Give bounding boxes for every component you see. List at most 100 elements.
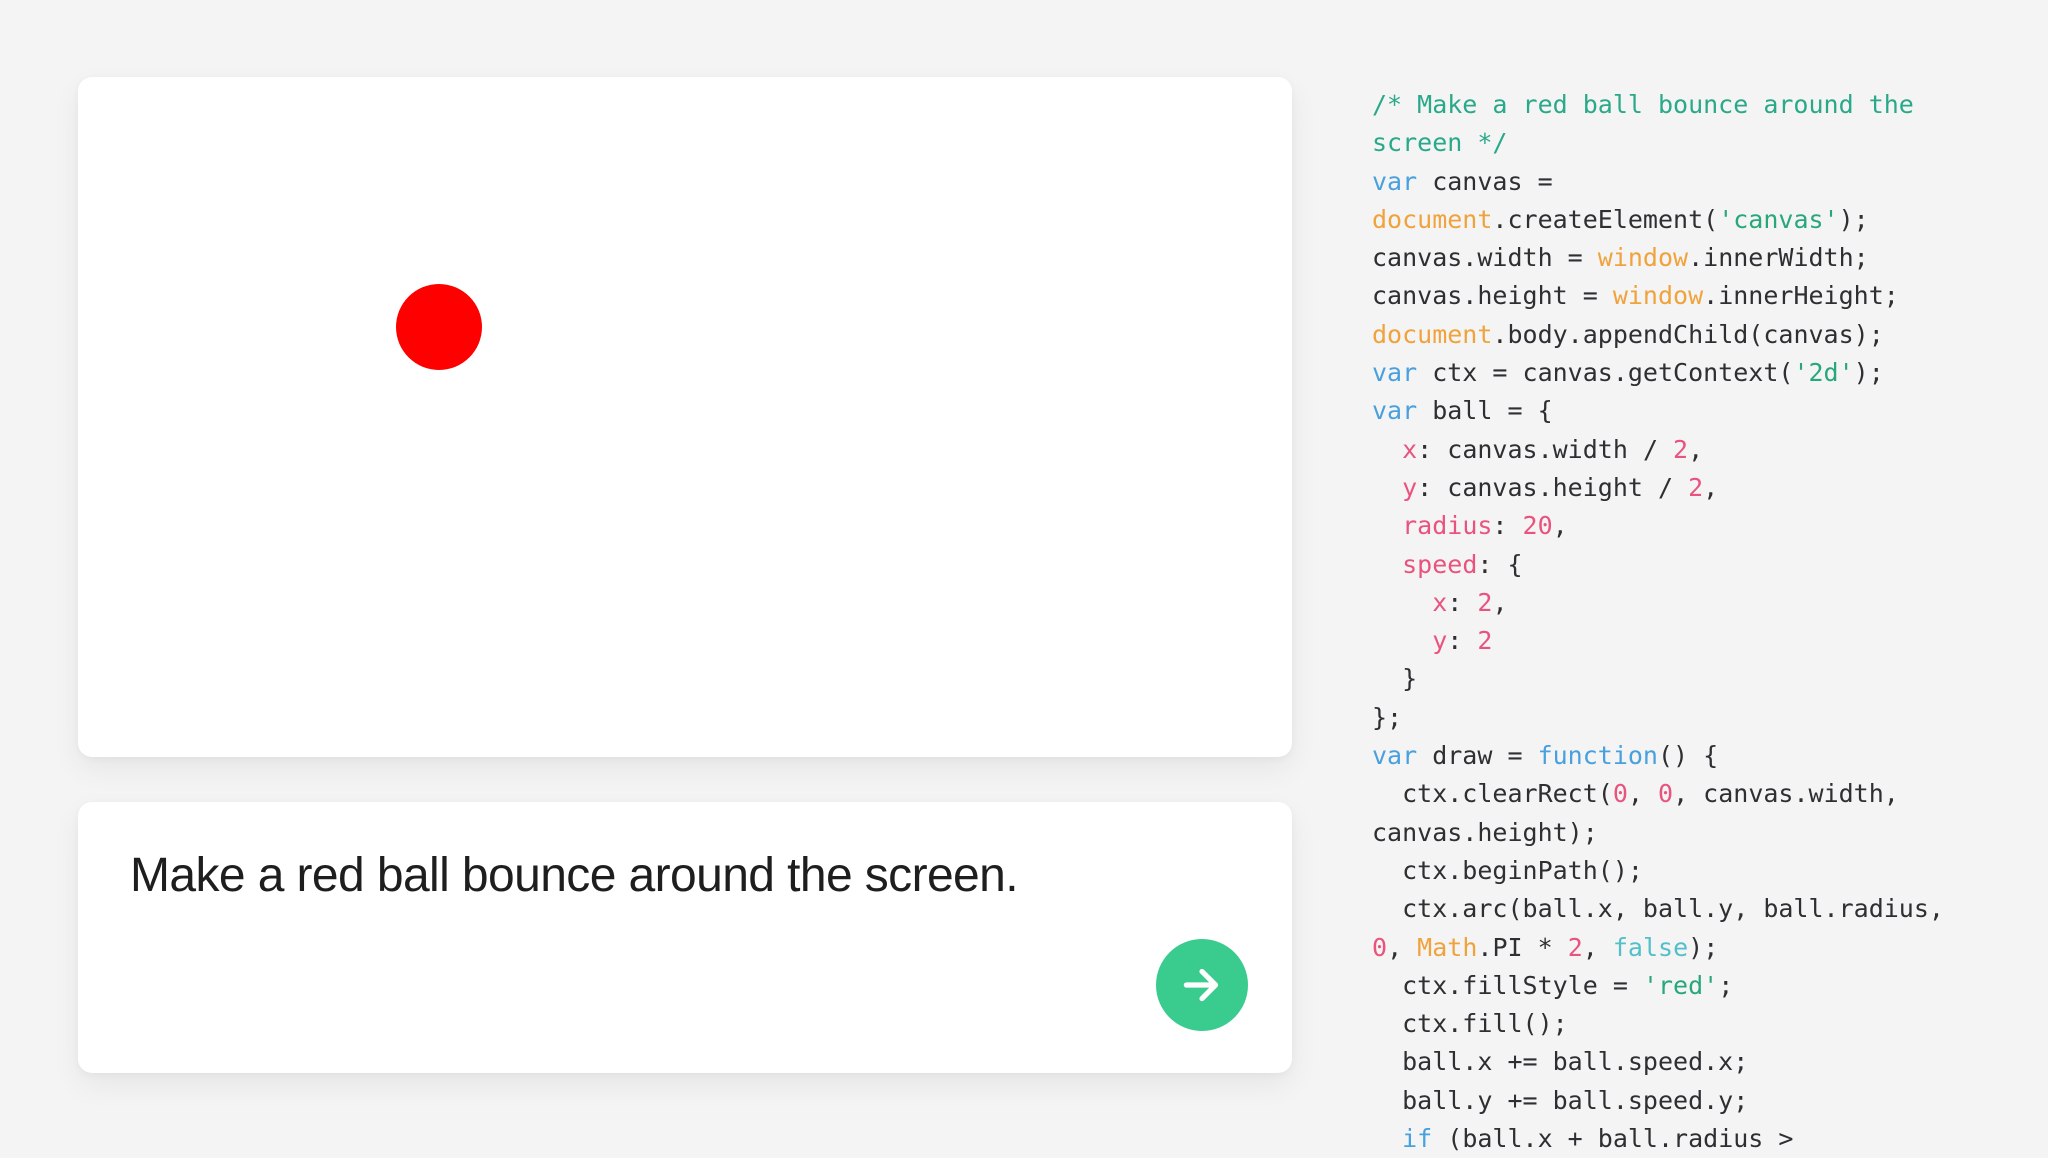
prompt-text: Make a red ball bounce around the screen… <box>130 848 1018 903</box>
code-token <box>1372 473 1402 502</box>
code-line: y: 2 <box>1372 622 2012 660</box>
code-token: screen */ <box>1372 128 1507 157</box>
code-token: canvas.width = <box>1372 243 1598 272</box>
code-token: ctx.arc(ball.x, ball.y, ball.radius, <box>1372 894 1944 923</box>
code-line: x: 2, <box>1372 584 2012 622</box>
code-line: var ctx = canvas.getContext('2d'); <box>1372 354 2012 392</box>
code-token: 0 <box>1372 933 1387 962</box>
code-line: ctx.beginPath(); <box>1372 852 2012 890</box>
code-token: .innerHeight; <box>1703 281 1899 310</box>
canvas-output-panel <box>78 77 1292 757</box>
code-token: : <box>1447 626 1477 655</box>
code-token: , <box>1387 933 1417 962</box>
code-line: var ball = { <box>1372 392 2012 430</box>
code-token: 2 <box>1568 933 1583 962</box>
app-background: { "app": { "background_color": "#f4f4f4"… <box>0 0 2048 1152</box>
code-line: screen */ <box>1372 124 2012 162</box>
code-token: .PI * <box>1477 933 1567 962</box>
code-line: canvas.width = window.innerWidth; <box>1372 239 2012 277</box>
code-token: x <box>1432 588 1447 617</box>
code-token: y <box>1402 473 1417 502</box>
code-token: window <box>1598 243 1688 272</box>
code-token: ); <box>1854 358 1884 387</box>
code-token: ball.y += ball.speed.y; <box>1372 1086 1748 1115</box>
code-token <box>1372 435 1402 464</box>
code-line: var draw = function() { <box>1372 737 2012 775</box>
code-token: canvas.height = <box>1372 281 1613 310</box>
code-token: , <box>1492 588 1507 617</box>
arrow-right-icon <box>1177 960 1227 1010</box>
code-token: x <box>1402 435 1417 464</box>
code-token: 'red' <box>1643 971 1718 1000</box>
code-token <box>1372 550 1402 579</box>
code-token: (ball.x + ball.radius > <box>1432 1124 1793 1153</box>
code-token: .createElement( <box>1492 205 1718 234</box>
code-line: canvas.height); <box>1372 814 2012 852</box>
submit-button[interactable] <box>1156 939 1248 1031</box>
code-token: : canvas.height / <box>1417 473 1688 502</box>
code-token: ); <box>1688 933 1718 962</box>
code-token: var <box>1372 396 1417 425</box>
code-token: var <box>1372 358 1417 387</box>
code-token <box>1372 1124 1402 1153</box>
code-line: x: canvas.width / 2, <box>1372 431 2012 469</box>
code-token: , <box>1583 933 1613 962</box>
code-token: /* Make a red ball bounce around the <box>1372 90 1914 119</box>
code-token: speed <box>1402 550 1477 579</box>
red-ball <box>396 284 482 370</box>
code-line: canvas.height = window.innerHeight; <box>1372 277 2012 315</box>
code-token: if <box>1402 1124 1432 1153</box>
code-token: radius <box>1402 511 1492 540</box>
code-token: 'canvas' <box>1718 205 1838 234</box>
code-line: } <box>1372 660 2012 698</box>
code-token: , <box>1703 473 1718 502</box>
code-token: ctx.beginPath(); <box>1372 856 1643 885</box>
code-token: : <box>1447 588 1477 617</box>
code-token: ctx = canvas.getContext( <box>1417 358 1793 387</box>
code-token: var <box>1372 167 1417 196</box>
code-line: }; <box>1372 699 2012 737</box>
code-token: ); <box>1839 205 1869 234</box>
code-token <box>1372 511 1402 540</box>
code-line: ball.y += ball.speed.y; <box>1372 1082 2012 1120</box>
code-line: speed: { <box>1372 546 2012 584</box>
code-token: Math <box>1417 933 1477 962</box>
code-token: , canvas.width, <box>1673 779 1899 808</box>
code-token: , <box>1688 435 1703 464</box>
code-token: () { <box>1658 741 1718 770</box>
code-token: ctx.fill(); <box>1372 1009 1568 1038</box>
code-token: 2 <box>1673 435 1688 464</box>
code-token: , <box>1553 511 1568 540</box>
code-token: : { <box>1477 550 1522 579</box>
code-token: document <box>1372 320 1492 349</box>
code-token: } <box>1372 664 1417 693</box>
code-line: document.body.appendChild(canvas); <box>1372 316 2012 354</box>
code-token: 0 <box>1658 779 1673 808</box>
code-token: , <box>1628 779 1658 808</box>
code-line: if (ball.x + ball.radius > <box>1372 1120 2012 1158</box>
code-line: ctx.fill(); <box>1372 1005 2012 1043</box>
code-token <box>1372 588 1432 617</box>
code-line: radius: 20, <box>1372 507 2012 545</box>
code-token: document <box>1372 205 1492 234</box>
code-token: ; <box>1718 971 1733 1000</box>
code-token: 20 <box>1523 511 1553 540</box>
code-line: y: canvas.height / 2, <box>1372 469 2012 507</box>
code-token: : <box>1492 511 1522 540</box>
code-line: document.createElement('canvas'); <box>1372 201 2012 239</box>
code-token: 2 <box>1477 588 1492 617</box>
code-token: function <box>1538 741 1658 770</box>
code-token: draw = <box>1417 741 1537 770</box>
code-token: var <box>1372 741 1417 770</box>
code-line: var canvas = <box>1372 163 2012 201</box>
code-token: false <box>1613 933 1688 962</box>
code-line: ctx.arc(ball.x, ball.y, ball.radius, <box>1372 890 2012 928</box>
code-token: canvas.height); <box>1372 818 1598 847</box>
prompt-input-panel[interactable]: Make a red ball bounce around the screen… <box>78 802 1292 1073</box>
code-line: ctx.fillStyle = 'red'; <box>1372 967 2012 1005</box>
code-token: ctx.clearRect( <box>1372 779 1613 808</box>
code-line: ball.x += ball.speed.x; <box>1372 1043 2012 1081</box>
code-token: 2 <box>1688 473 1703 502</box>
code-token: .innerWidth; <box>1688 243 1869 272</box>
code-editor[interactable]: /* Make a red ball bounce around the scre… <box>1372 86 2012 1158</box>
